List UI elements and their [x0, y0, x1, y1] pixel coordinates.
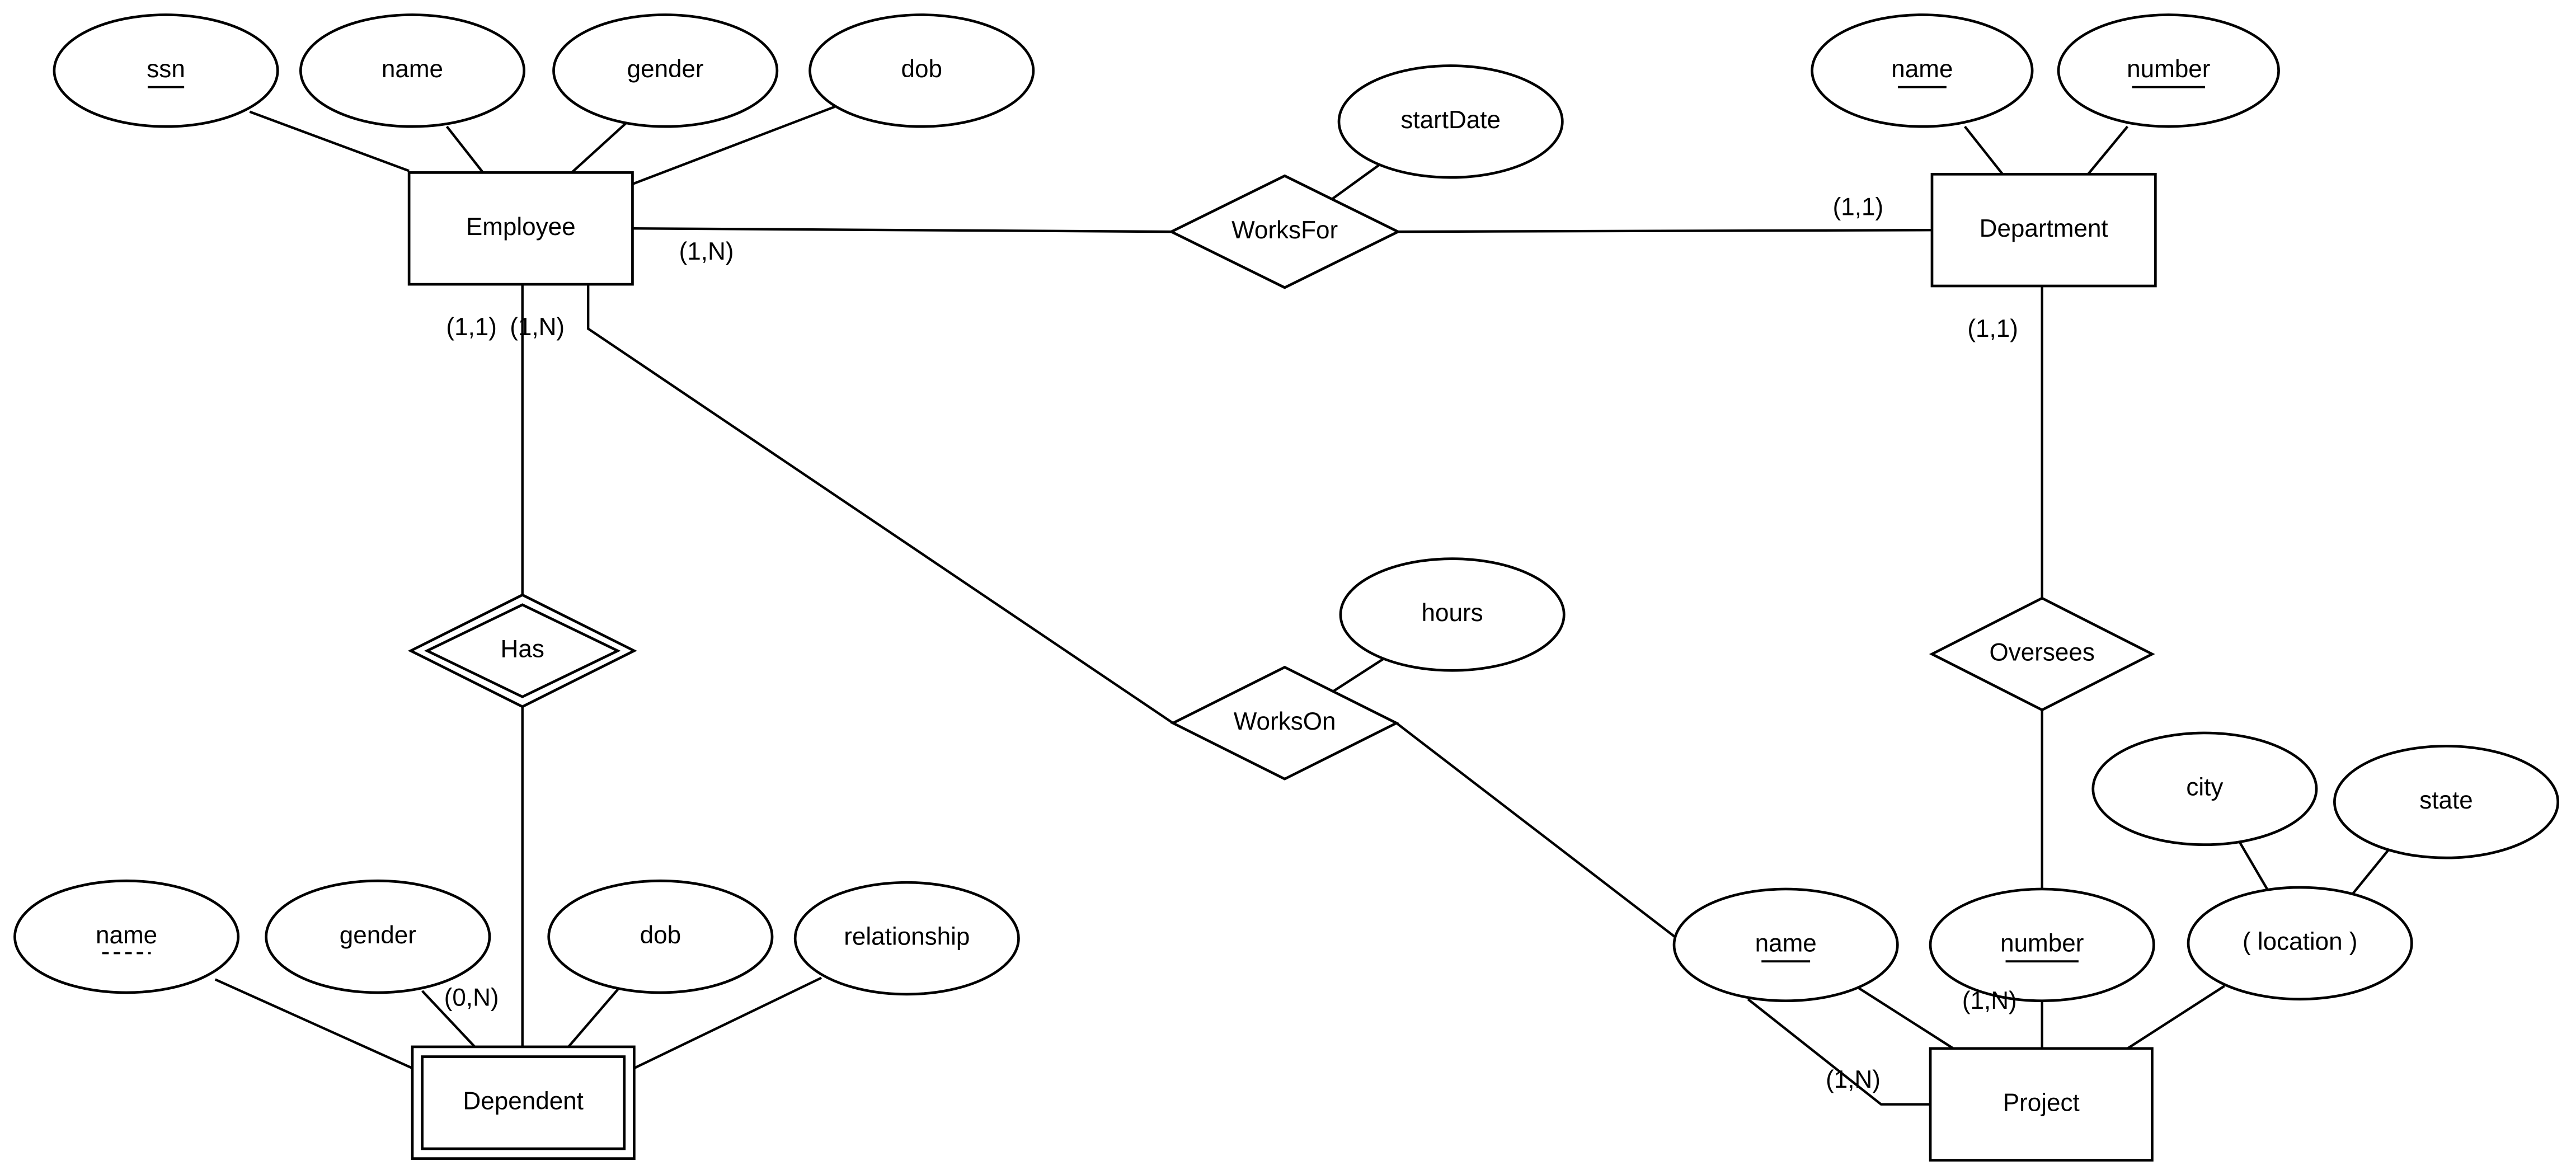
cardinality-c-emp-workson: (1,N) — [510, 313, 565, 341]
er-diagram-canvas: Employee Department Project Dependent WorksF… — [13, 13, 2560, 1162]
attribute-dep-name[interactable]: name — [13, 879, 240, 994]
cardinality-c-proj-oversees: (1,N) — [1962, 987, 2017, 1014]
attribute-wf-startdate[interactable]: startDate — [1337, 64, 1564, 179]
attribute-proj-number[interactable]: number — [1929, 887, 2155, 1003]
connector-startdate-worksfor — [1331, 163, 1381, 200]
connector-workson-projectname — [1395, 722, 1680, 941]
connector-depdob-dependent — [567, 986, 621, 1048]
attribute-label: name — [1891, 55, 1953, 83]
attribute-dep-dob[interactable]: dob — [547, 879, 774, 994]
attribute-dep-relationship[interactable]: relationship — [793, 881, 1020, 996]
attribute-emp-ssn[interactable]: ssn — [53, 13, 279, 128]
connector-deptname-department — [1963, 125, 2004, 175]
relationship-oversees[interactable]: Oversees — [1929, 596, 2155, 712]
attribute-label: number — [2000, 929, 2084, 957]
attribute-label: name — [96, 922, 157, 949]
connector-employee-workson — [586, 284, 1174, 725]
attribute-loc-state[interactable]: state — [2333, 745, 2560, 859]
connector-worksfor-department — [1398, 228, 1933, 233]
entity-label: Department — [1980, 215, 2108, 242]
attribute-proj-location[interactable]: ( location ) — [2187, 886, 2413, 1001]
connector-hours-workson — [1332, 657, 1384, 693]
shape-layer: Employee Department Project Dependent WorksF… — [13, 13, 2560, 1162]
attribute-label: relationship — [844, 923, 970, 951]
attribute-label: number — [2127, 55, 2210, 83]
cardinality-c-emp-has: (1,1) — [446, 313, 497, 341]
connector-projectname-project — [1857, 986, 1954, 1050]
attribute-label: ( location ) — [2243, 928, 2358, 956]
attribute-label: gender — [627, 55, 704, 83]
connector-city-location — [2238, 840, 2268, 890]
attribute-loc-city[interactable]: city — [2091, 731, 2318, 846]
cardinality-c-dep-has: (0,N) — [444, 984, 499, 1011]
relationship-has[interactable]: Has — [407, 593, 637, 708]
attribute-emp-dob[interactable]: dob — [808, 13, 1035, 128]
entity-project[interactable]: Project — [1929, 1047, 2154, 1162]
entity-label: Dependent — [463, 1087, 583, 1115]
attribute-label: dob — [640, 922, 681, 949]
attribute-label: state — [2419, 787, 2472, 814]
connector-location-project — [2127, 985, 2225, 1050]
attribute-dep-gender[interactable]: gender — [265, 879, 491, 994]
attribute-label: name — [1755, 929, 1817, 957]
connector-gender-employee — [571, 122, 627, 174]
relationship-workson[interactable]: WorksOn — [1170, 665, 1400, 781]
attribute-label: name — [382, 55, 443, 83]
cardinality-c-proj-workson: (1,N) — [1826, 1066, 1881, 1093]
attribute-label: hours — [1422, 599, 1483, 627]
attribute-dept-number[interactable]: number — [2057, 13, 2280, 128]
cardinality-c-dept-oversees: (1,1) — [1967, 315, 2018, 342]
attribute-label: gender — [340, 922, 416, 949]
relationship-worksfor[interactable]: WorksFor — [1168, 174, 1402, 289]
relationship-label: Has — [501, 636, 544, 663]
attribute-wo-hours[interactable]: hours — [1339, 557, 1566, 672]
entity-label: Employee — [466, 213, 576, 241]
attribute-dept-name[interactable]: name — [1811, 13, 2034, 128]
attribute-label: startDate — [1400, 106, 1501, 134]
connector-employee-worksfor — [632, 227, 1172, 233]
attribute-proj-name[interactable]: name — [1672, 887, 1899, 1003]
attribute-label: dob — [901, 55, 942, 83]
attribute-emp-name[interactable]: name — [299, 13, 526, 128]
entity-dependent[interactable]: Dependent — [411, 1045, 636, 1160]
connector-name-employee — [445, 125, 484, 173]
connector-state-location — [2351, 849, 2390, 895]
relationship-label: Oversees — [1990, 639, 2095, 666]
entity-department[interactable]: Department — [1930, 172, 2157, 288]
relationship-label: WorksOn — [1234, 708, 1336, 735]
attribute-label: ssn — [147, 55, 185, 83]
attribute-emp-gender[interactable]: gender — [552, 13, 779, 128]
entity-employee[interactable]: Employee — [407, 171, 634, 286]
cardinality-c-dept-worksfor: (1,1) — [1833, 194, 1884, 221]
attribute-label: city — [2186, 773, 2223, 801]
entity-label: Project — [2003, 1089, 2080, 1116]
relationship-label: WorksFor — [1231, 217, 1338, 244]
cardinality-c-emp-worksfor: (1,N) — [679, 238, 734, 265]
connector-deptnumber-department — [2087, 125, 2129, 175]
